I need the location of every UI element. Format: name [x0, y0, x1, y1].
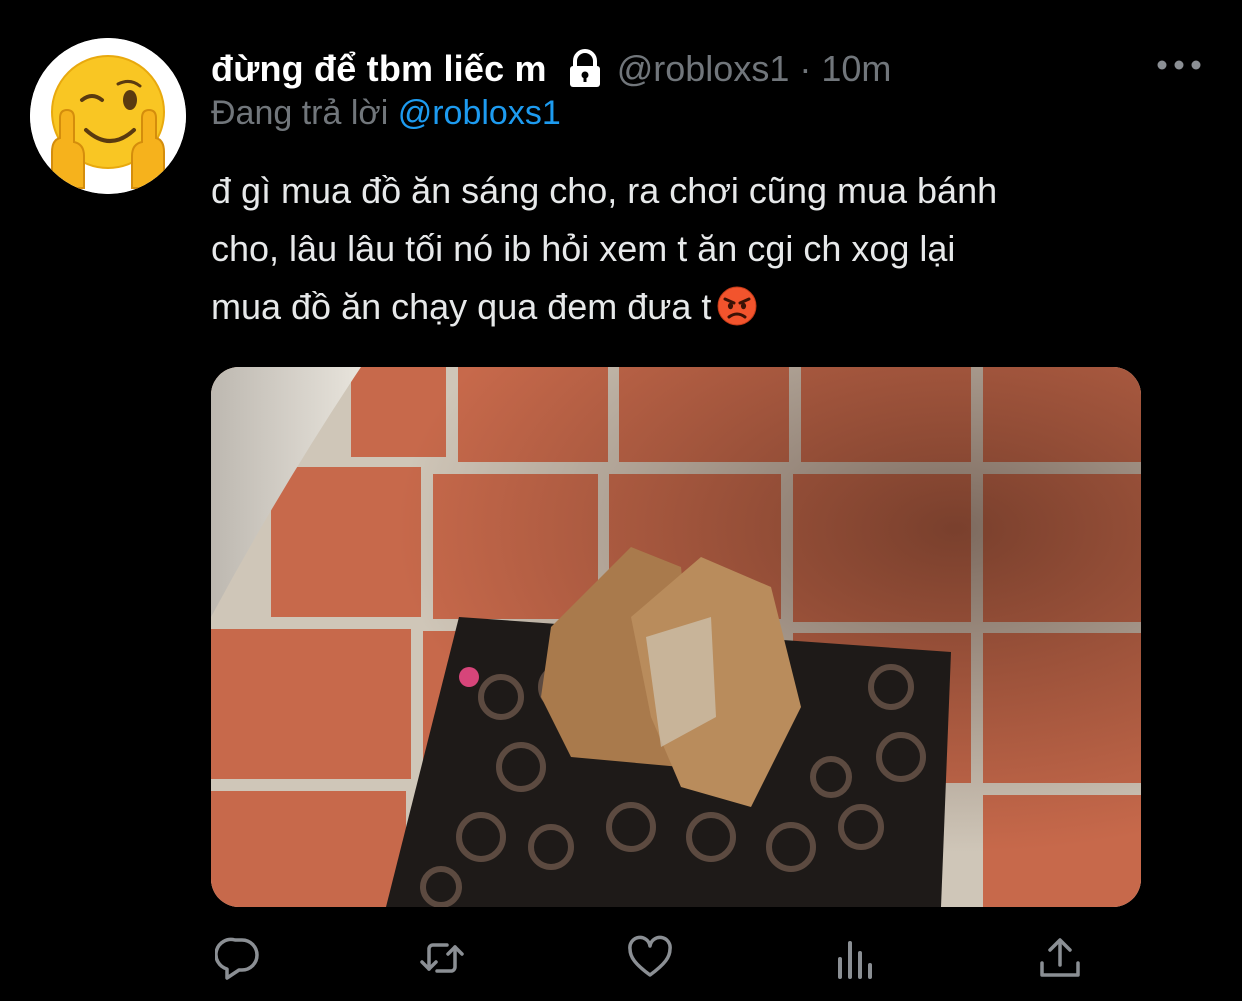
more-dots-icon[interactable] [1156, 54, 1202, 76]
analytics-icon[interactable] [833, 935, 879, 981]
tweet-text: đ gì mua đồ ăn sáng cho, ra chơi cũng mu… [211, 162, 1201, 336]
display-name[interactable]: đừng để tbm liếc m [211, 48, 547, 90]
retweet-icon[interactable] [419, 935, 465, 981]
tweet-text-line-last: mua đồ ăn chạy qua đem đưa t [211, 278, 1201, 336]
angry-face-emoji-icon [717, 286, 757, 326]
reply-mention-link[interactable]: @robloxs1 [398, 94, 561, 132]
avatar[interactable] [30, 38, 186, 194]
photo-illustration [211, 367, 1141, 907]
reply-icon[interactable] [215, 935, 261, 981]
replying-to: Đang trả lời @robloxs1 [211, 94, 561, 133]
tweet-action-bar [211, 935, 1091, 983]
tweet-header: đừng để tbm liếc m @robloxs1 · 10m [211, 44, 891, 94]
separator-dot: · [799, 48, 812, 89]
tweet-text-line: cho, lâu lâu tối nó ib hỏi xem t ăn cgi … [211, 228, 956, 269]
tweet-text-line: đ gì mua đồ ăn sáng cho, ra chơi cũng mu… [211, 170, 998, 211]
reply-prefix: Đang trả lời [211, 94, 389, 132]
like-icon[interactable] [627, 935, 673, 981]
lock-icon [567, 49, 603, 89]
tweet-photo[interactable] [211, 367, 1141, 907]
tweet-text-line-content: mua đồ ăn chạy qua đem đưa t [211, 286, 712, 327]
user-handle[interactable]: @robloxs1 [617, 48, 790, 90]
avatar-emoji-icon [30, 38, 186, 194]
timestamp[interactable]: 10m [821, 48, 891, 90]
share-icon[interactable] [1037, 935, 1083, 981]
